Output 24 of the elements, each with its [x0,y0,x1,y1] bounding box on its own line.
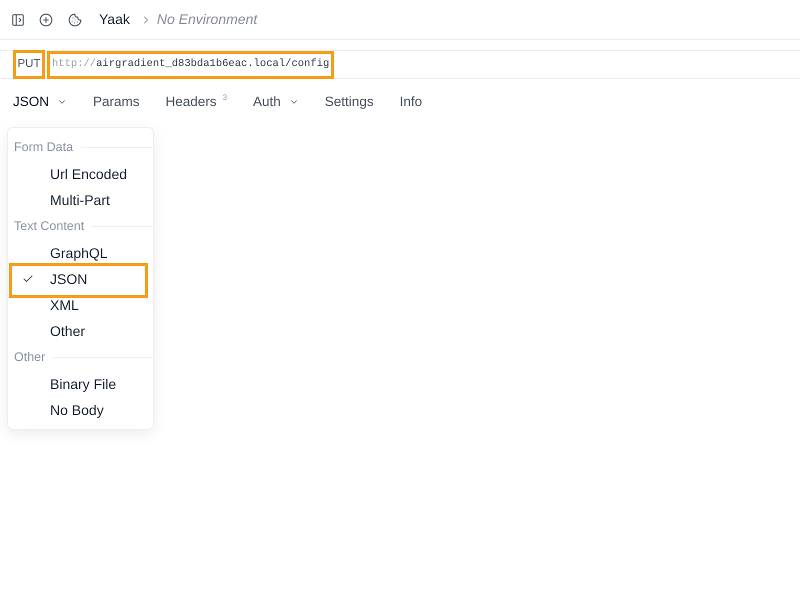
menu-item[interactable]: Multi-Part [8,187,153,213]
method-button[interactable]: PUT [13,50,45,79]
header-count: 3 [222,92,228,104]
menu-item[interactable]: Url Encoded [8,161,153,187]
section-heading: Other [14,349,46,366]
tab[interactable]: Params [93,92,140,112]
tab[interactable]: Info [400,92,422,112]
workspace-name[interactable]: Yaak [99,9,130,30]
tab[interactable]: Headers 3 [166,92,228,112]
sidebar-toggle-icon[interactable] [11,12,25,26]
section-heading: Form Data [14,139,74,156]
menu-item[interactable]: Binary File [8,371,153,397]
menu-item[interactable]: GraphQL [8,240,153,266]
menu-item[interactable]: Other [8,318,153,344]
menu-item[interactable]: JSON [8,266,153,292]
menu-item[interactable]: No Body [8,397,153,423]
cookie-icon[interactable] [68,12,82,26]
tab[interactable]: JSON [13,92,68,112]
url-field[interactable]: http://airgradient_d83bda1b6eac.local/config [47,50,334,78]
tab[interactable]: Settings [324,92,374,112]
menu-item[interactable]: XML [8,292,153,318]
section-heading: Text Content [14,218,84,236]
tab[interactable]: Auth [253,92,299,112]
plus-icon[interactable] [39,12,53,26]
